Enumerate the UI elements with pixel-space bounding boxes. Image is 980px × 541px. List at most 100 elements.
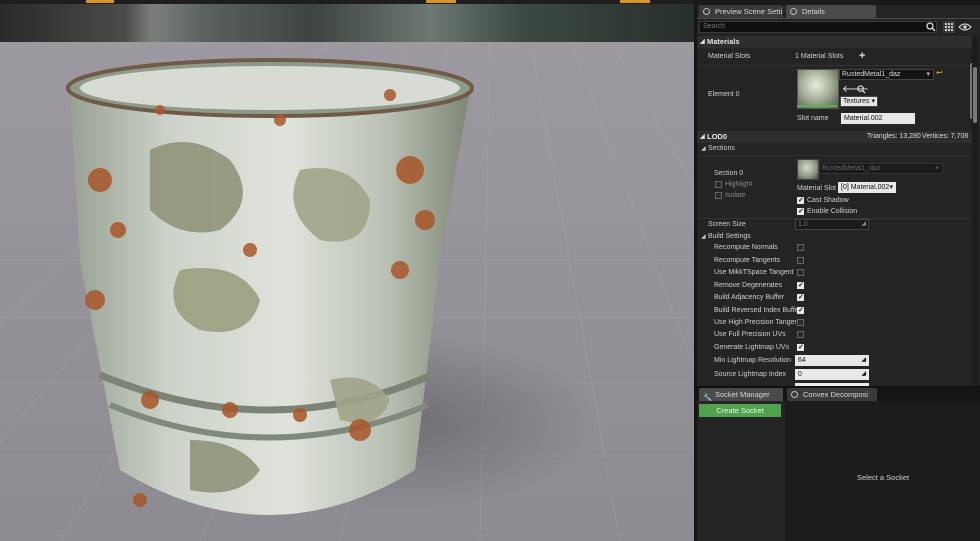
info-icon	[790, 8, 797, 15]
screen-size-label: Screen Size	[708, 221, 746, 228]
tab-label: Socket Manager	[715, 390, 770, 399]
toolbar-highlight	[86, 0, 114, 3]
tab-label: Convex Decomposi	[803, 390, 869, 399]
dropdown-arrow-icon: ▾	[871, 98, 875, 105]
browse-icon[interactable]	[857, 85, 866, 94]
category-materials[interactable]: ◢ Materials	[697, 36, 972, 48]
viewport[interactable]	[0, 0, 694, 541]
socket-details-panel: Select a Socket	[785, 401, 980, 541]
section-material-picker: RustedMetal1_daz ▾	[819, 163, 943, 174]
cast-shadow-checkbox[interactable]	[797, 196, 804, 204]
slot-name-label: Slot name	[797, 115, 829, 122]
highlight-label: Highlight	[725, 181, 753, 188]
material-thumbnail-underline	[797, 105, 837, 107]
min-lightmap-resolution-input[interactable]: 64 ◢	[795, 355, 869, 366]
recompute-normals-checkbox[interactable]	[797, 244, 804, 251]
floor-grid	[0, 39, 694, 541]
screen-size-input[interactable]: 1.0 ◢	[795, 219, 869, 230]
enable-collision-checkbox[interactable]	[797, 207, 804, 215]
reset-arrow-icon[interactable]: ↩	[936, 68, 943, 77]
search-icon[interactable]	[926, 22, 936, 32]
tab-label: Details	[802, 7, 825, 16]
use-high-precision-checkbox[interactable]	[797, 319, 804, 326]
view-options-icon[interactable]	[943, 21, 955, 33]
remove-degenerates-label: Remove Degenerates	[714, 282, 783, 289]
collapse-arrow-icon[interactable]: ◢	[701, 145, 706, 152]
build-adjacency-checkbox[interactable]	[797, 293, 804, 301]
tab-socket-manager[interactable]: 🔧 Socket Manager	[699, 388, 783, 402]
slot-name-value: Material.002	[844, 115, 883, 122]
select-socket-hint: Select a Socket	[857, 473, 910, 482]
toolbar-highlight	[426, 0, 456, 3]
use-full-precision-uvs-checkbox[interactable]	[797, 331, 804, 338]
dropdown-arrow-icon: ▾	[926, 71, 930, 78]
details-panel: Preview Scene Setti Details Search ◢ Mat…	[697, 5, 980, 386]
collapse-arrow-icon: ◢	[700, 39, 705, 45]
collapse-arrow-icon[interactable]: ◢	[701, 233, 706, 240]
material-thumbnail[interactable]	[797, 69, 839, 109]
highlight-checkbox[interactable]	[715, 181, 722, 188]
remove-degenerates-checkbox[interactable]	[797, 281, 804, 289]
recompute-normals-label: Recompute Normals	[714, 244, 778, 251]
collapse-arrow-icon: ◢	[700, 134, 705, 140]
socket-manager-panel: Create Socket	[697, 401, 785, 541]
use-full-precision-uvs-label: Use Full Precision UVs	[714, 331, 786, 338]
search-placeholder: Search	[703, 23, 726, 30]
recompute-tangents-checkbox[interactable]	[797, 257, 804, 264]
section-material-name: RustedMetal1_daz	[822, 165, 881, 172]
tab-divider	[697, 18, 980, 19]
material-slots-label: Material Slots	[708, 53, 751, 60]
gear-icon	[703, 8, 710, 15]
sections-label: Sections	[708, 145, 735, 152]
build-reversed-index-checkbox[interactable]	[797, 306, 804, 314]
tab-label: Preview Scene Setti	[715, 7, 783, 16]
create-socket-label: Create Socket	[716, 406, 764, 415]
socket-icon: 🔧	[703, 393, 713, 402]
element-label: Element 0	[708, 91, 740, 98]
isolate-label: Isolate	[725, 192, 746, 199]
recompute-tangents-label: Recompute Tangents	[714, 257, 781, 264]
vertices-count: Vertices: 7,708	[922, 133, 969, 140]
add-icon[interactable]: +	[859, 50, 865, 62]
material-picker[interactable]: RustedMetal1_daz ▾	[839, 69, 934, 80]
scrollbar-thumb[interactable]	[973, 67, 977, 123]
row-separator	[697, 155, 969, 156]
min-lightmap-resolution-value: 64	[798, 357, 806, 364]
generate-lightmap-uvs-label: Generate Lightmap UVs	[714, 344, 790, 351]
row-separator	[697, 65, 969, 66]
convex-icon	[791, 391, 798, 398]
section-material-thumbnail	[797, 159, 819, 180]
material-slot-dropdown[interactable]: [0] Material.002 ▾	[838, 182, 896, 193]
spin-arrow-icon: ◢	[861, 371, 866, 377]
use-mikktspace-label: Use MikkTSpace Tangent	[714, 269, 794, 276]
use-mikktspace-checkbox[interactable]	[797, 269, 804, 276]
create-socket-button[interactable]: Create Socket	[699, 404, 781, 417]
tab-convex-decomposition[interactable]: Convex Decomposi	[787, 388, 877, 401]
cast-shadow-label: Cast Shadow	[807, 197, 849, 204]
build-adjacency-label: Build Adjacency Buffer	[714, 294, 784, 301]
generate-lightmap-uvs-checkbox[interactable]	[797, 343, 804, 351]
screen-size-value: 1.0	[798, 221, 808, 228]
use-high-precision-label: Use High Precision Tanger	[714, 319, 797, 326]
build-settings-label: Build Settings	[708, 233, 751, 240]
min-lightmap-resolution-label: Min Lightmap Resolution	[714, 357, 792, 364]
source-lightmap-index-label: Source Lightmap Index	[714, 371, 786, 378]
tab-preview-scene-settings[interactable]: Preview Scene Setti	[699, 5, 783, 18]
dropdown-arrow-icon: ▾	[935, 165, 939, 172]
source-lightmap-index-input[interactable]: 0 ◢	[795, 369, 869, 380]
material-slot-label: Material Slot	[797, 185, 836, 192]
source-lightmap-index-value: 0	[798, 371, 802, 378]
category-label: LOD0	[707, 132, 728, 141]
toolbar-highlight	[620, 0, 650, 3]
category-label: Materials	[707, 37, 740, 46]
build-reversed-index-label: Build Reversed Index Buffe	[714, 307, 799, 314]
spin-arrow-icon: ◢	[861, 221, 866, 227]
tab-details[interactable]: Details	[786, 5, 876, 18]
textures-dropdown[interactable]: Textures ▾	[840, 96, 878, 107]
material-slot-value: [0] Material.002	[841, 184, 890, 191]
search-input[interactable]: Search	[699, 21, 937, 33]
isolate-checkbox[interactable]	[715, 192, 722, 199]
eye-icon[interactable]	[958, 22, 972, 32]
enable-collision-label: Enable Collision	[807, 208, 858, 215]
slot-name-input[interactable]: Material.002	[841, 113, 915, 124]
